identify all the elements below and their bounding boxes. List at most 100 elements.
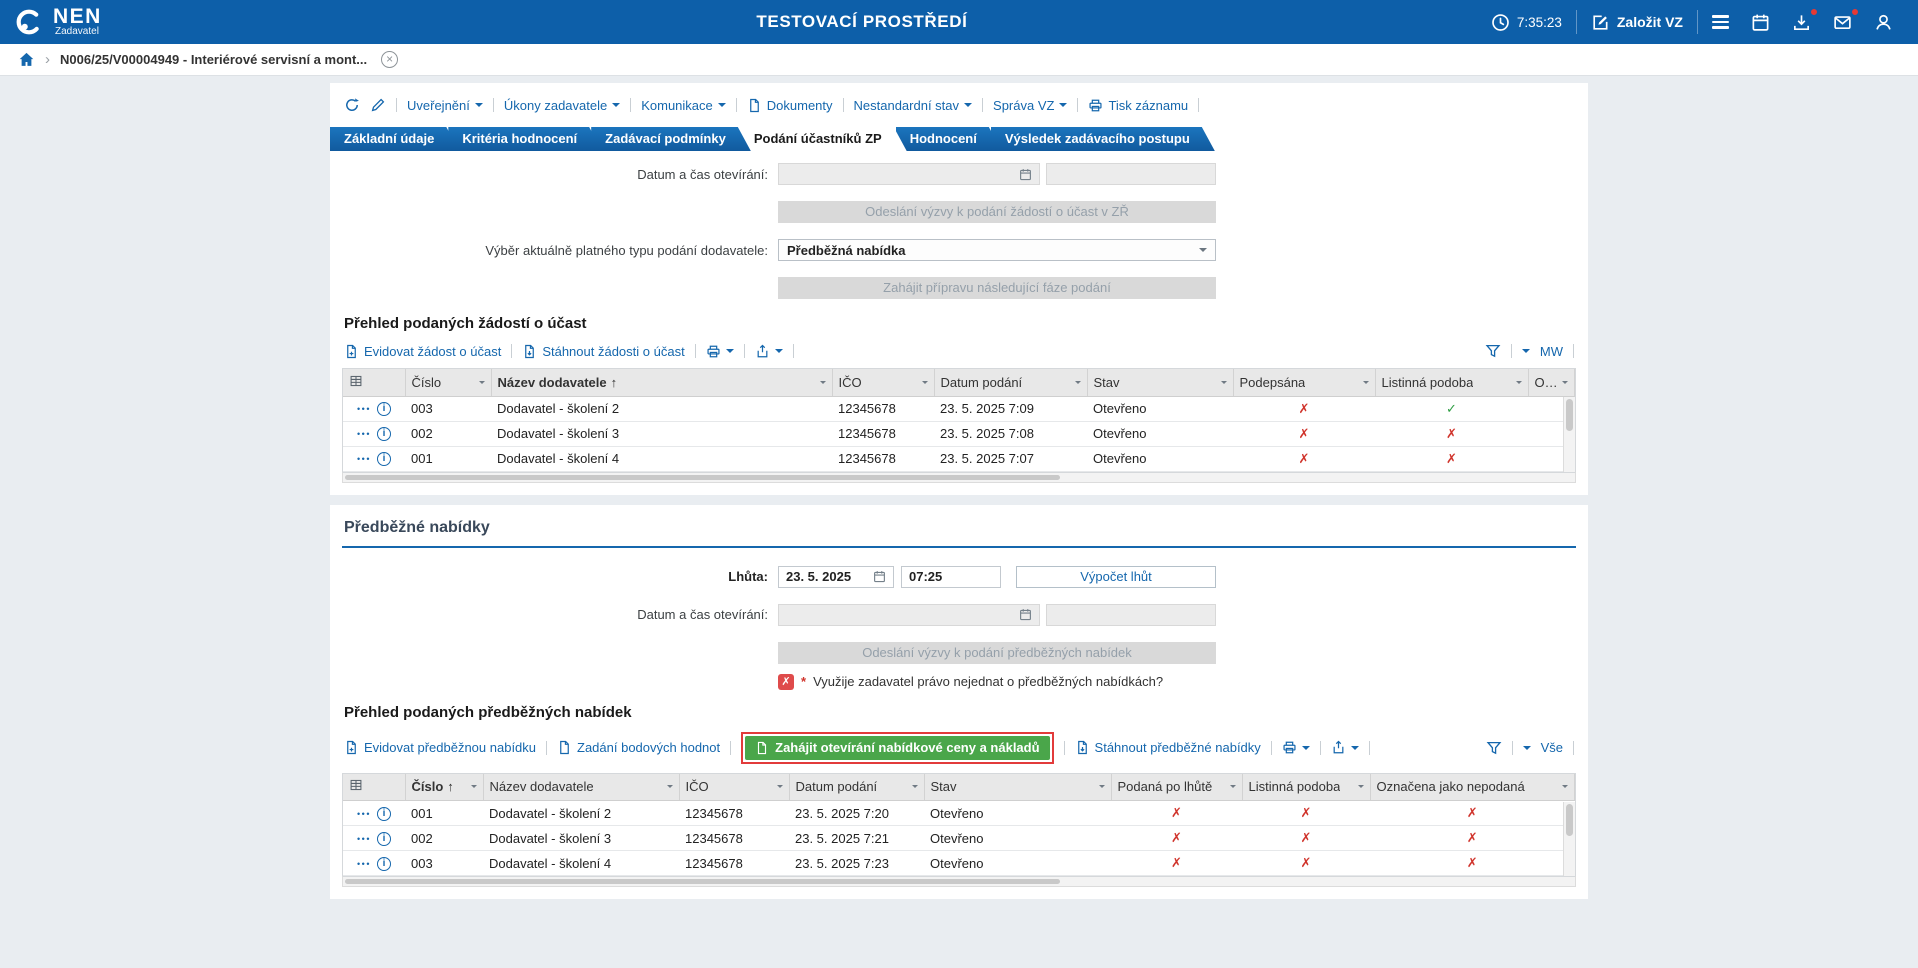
zahajit-otevirani-button[interactable]: Zahájit otevírání nabídkové ceny a nákla… <box>745 735 1050 760</box>
info-icon[interactable] <box>376 427 391 442</box>
column-header[interactable]: Stav <box>924 773 1112 801</box>
filter-caret-icon[interactable] <box>1220 380 1227 387</box>
tab-podani-ucastniku-zp[interactable]: Podání účastníků ZP <box>740 127 907 151</box>
home-button[interactable] <box>18 51 35 68</box>
table-row[interactable]: 003 Dodavatel - školení 4 12345678 23. 5… <box>343 850 1575 876</box>
column-header[interactable]: Datum podání <box>934 369 1088 397</box>
menu-komunikace[interactable]: Komunikace <box>641 98 726 113</box>
filter-caret-icon[interactable] <box>1362 380 1369 387</box>
filter-caret-icon[interactable] <box>1074 380 1081 387</box>
filter-caret-icon[interactable] <box>1562 785 1568 791</box>
typ-podani-select[interactable]: Předběžná nabídka <box>778 239 1216 261</box>
filter-caret-icon[interactable] <box>470 785 477 791</box>
tab-kriteria-hodnoceni[interactable]: Kritéria hodnocení <box>448 127 602 151</box>
column-header[interactable]: Název dodavatele <box>483 773 680 801</box>
filter-caret-icon[interactable] <box>1098 785 1105 791</box>
column-header[interactable]: Stav <box>1087 369 1234 397</box>
row-menu-icon[interactable] <box>357 454 371 464</box>
chevron-down-icon[interactable] <box>1522 745 1531 754</box>
row-menu-icon[interactable] <box>357 404 371 414</box>
table-row[interactable]: 001 Dodavatel - školení 2 12345678 23. 5… <box>343 800 1575 826</box>
tab-vysledek-zadavaciho-postupu[interactable]: Výsledek zadávacího postupu <box>991 127 1215 151</box>
view-selector[interactable]: MW <box>1540 344 1563 359</box>
calendar-icon[interactable] <box>873 570 886 583</box>
filter-caret-icon[interactable] <box>478 380 485 387</box>
scrollbar-thumb[interactable] <box>1566 399 1573 431</box>
tab-zakladni-udaje[interactable]: Základní údaje <box>330 127 459 151</box>
filter-caret-icon[interactable] <box>1515 380 1522 387</box>
column-header[interactable]: IČO <box>832 369 935 397</box>
filter-caret-icon[interactable] <box>819 380 826 387</box>
horizontal-scrollbar[interactable] <box>342 876 1576 887</box>
column-header[interactable]: Podaná po lhůtě <box>1111 773 1243 801</box>
column-header[interactable]: Číslo <box>405 369 492 397</box>
info-icon[interactable] <box>376 856 391 871</box>
chevron-down-icon[interactable] <box>1521 349 1530 357</box>
scrollbar-thumb[interactable] <box>345 879 1060 884</box>
column-header[interactable]: Listinná podoba <box>1242 773 1371 801</box>
filter-caret-icon[interactable] <box>776 785 783 791</box>
lhuta-date-input[interactable]: 23. 5. 2025 <box>778 565 894 588</box>
tab-hodnoceni[interactable]: Hodnocení <box>896 127 1002 151</box>
vertical-scrollbar[interactable] <box>1563 397 1575 472</box>
menu-dokumenty[interactable]: Dokumenty <box>747 98 833 113</box>
menu-sprava-vz[interactable]: Správa VZ <box>993 98 1068 113</box>
zadani-bodovych-hodnot-button[interactable]: Zadání bodových hodnot <box>557 740 720 755</box>
column-header[interactable]: Podepsána <box>1233 369 1376 397</box>
breadcrumb-item[interactable]: N006/25/V00004949 - Interiérové servisní… <box>60 52 367 67</box>
info-icon[interactable] <box>376 452 391 467</box>
user-button[interactable] <box>1863 0 1904 44</box>
print-table-button[interactable] <box>1282 740 1310 755</box>
menu-uverejneni[interactable]: Uveřejnění <box>407 98 483 113</box>
filter-caret-icon[interactable] <box>1229 785 1236 791</box>
row-menu-icon[interactable] <box>357 834 371 844</box>
row-menu-icon[interactable] <box>357 429 371 439</box>
app-logo[interactable]: NEN Zadavatel <box>14 6 244 37</box>
main-menu-button[interactable] <box>1701 0 1740 44</box>
filter-caret-icon[interactable] <box>921 380 928 387</box>
checkbox-no-icon[interactable] <box>778 673 794 690</box>
tab-zadavaci-podminky[interactable]: Zadávací podmínky <box>591 127 751 151</box>
export-table-button[interactable] <box>755 344 783 359</box>
downloads-button[interactable] <box>1781 0 1822 44</box>
print-table-button[interactable] <box>706 344 734 359</box>
filter-caret-icon[interactable] <box>1357 785 1364 791</box>
create-vz-button[interactable]: Založit VZ <box>1580 0 1694 44</box>
column-chooser-header[interactable] <box>343 369 406 397</box>
info-icon[interactable] <box>376 806 391 821</box>
lhuta-time-input[interactable]: 07:25 <box>901 565 1001 588</box>
table-row[interactable]: 002 Dodavatel - školení 3 12345678 23. 5… <box>343 825 1575 851</box>
column-header[interactable]: Označena jako nepodaná <box>1370 773 1575 801</box>
column-header[interactable]: Název dodavatele <box>491 369 833 397</box>
table-row[interactable]: 001 Dodavatel - školení 4 12345678 23. 5… <box>343 446 1575 472</box>
filter-caret-icon[interactable] <box>666 785 673 791</box>
messages-button[interactable] <box>1822 0 1863 44</box>
scrollbar-thumb[interactable] <box>345 474 1060 480</box>
filter-button[interactable] <box>1486 740 1502 756</box>
column-header[interactable]: Číslo <box>405 773 484 801</box>
column-header[interactable]: Označena jako nepodaná <box>1528 369 1575 397</box>
scrollbar-thumb[interactable] <box>1566 803 1573 836</box>
menu-tisk-zaznamu[interactable]: Tisk záznamu <box>1088 98 1188 113</box>
column-chooser-header[interactable] <box>343 773 406 801</box>
info-icon[interactable] <box>376 831 391 846</box>
row-menu-icon[interactable] <box>357 859 371 869</box>
row-menu-icon[interactable] <box>357 809 371 819</box>
column-header[interactable]: IČO <box>679 773 790 801</box>
filter-caret-icon[interactable] <box>911 785 918 791</box>
evidovat-zadost-button[interactable]: Evidovat žádost o účast <box>344 344 501 359</box>
refresh-button[interactable] <box>344 97 360 113</box>
filter-button[interactable] <box>1485 343 1501 359</box>
table-row[interactable]: 002 Dodavatel - školení 3 12345678 23. 5… <box>343 421 1575 447</box>
table-row[interactable]: 003 Dodavatel - školení 2 12345678 23. 5… <box>343 396 1575 422</box>
info-icon[interactable] <box>376 402 391 417</box>
menu-ukony-zadavatele[interactable]: Úkony zadavatele <box>504 98 621 113</box>
vertical-scrollbar[interactable] <box>1563 801 1575 876</box>
horizontal-scrollbar[interactable] <box>342 471 1576 483</box>
column-header[interactable]: Listinná podoba <box>1375 369 1529 397</box>
menu-nestandardni-stav[interactable]: Nestandardní stav <box>854 98 973 113</box>
stahnout-zadosti-button[interactable]: Stáhnout žádosti o účast <box>522 344 685 359</box>
edit-record-button[interactable] <box>370 97 386 113</box>
evidovat-nabidku-button[interactable]: Evidovat předběžnou nabídku <box>344 740 536 755</box>
stahnout-nabidky-button[interactable]: Stáhnout předběžné nabídky <box>1075 740 1261 755</box>
